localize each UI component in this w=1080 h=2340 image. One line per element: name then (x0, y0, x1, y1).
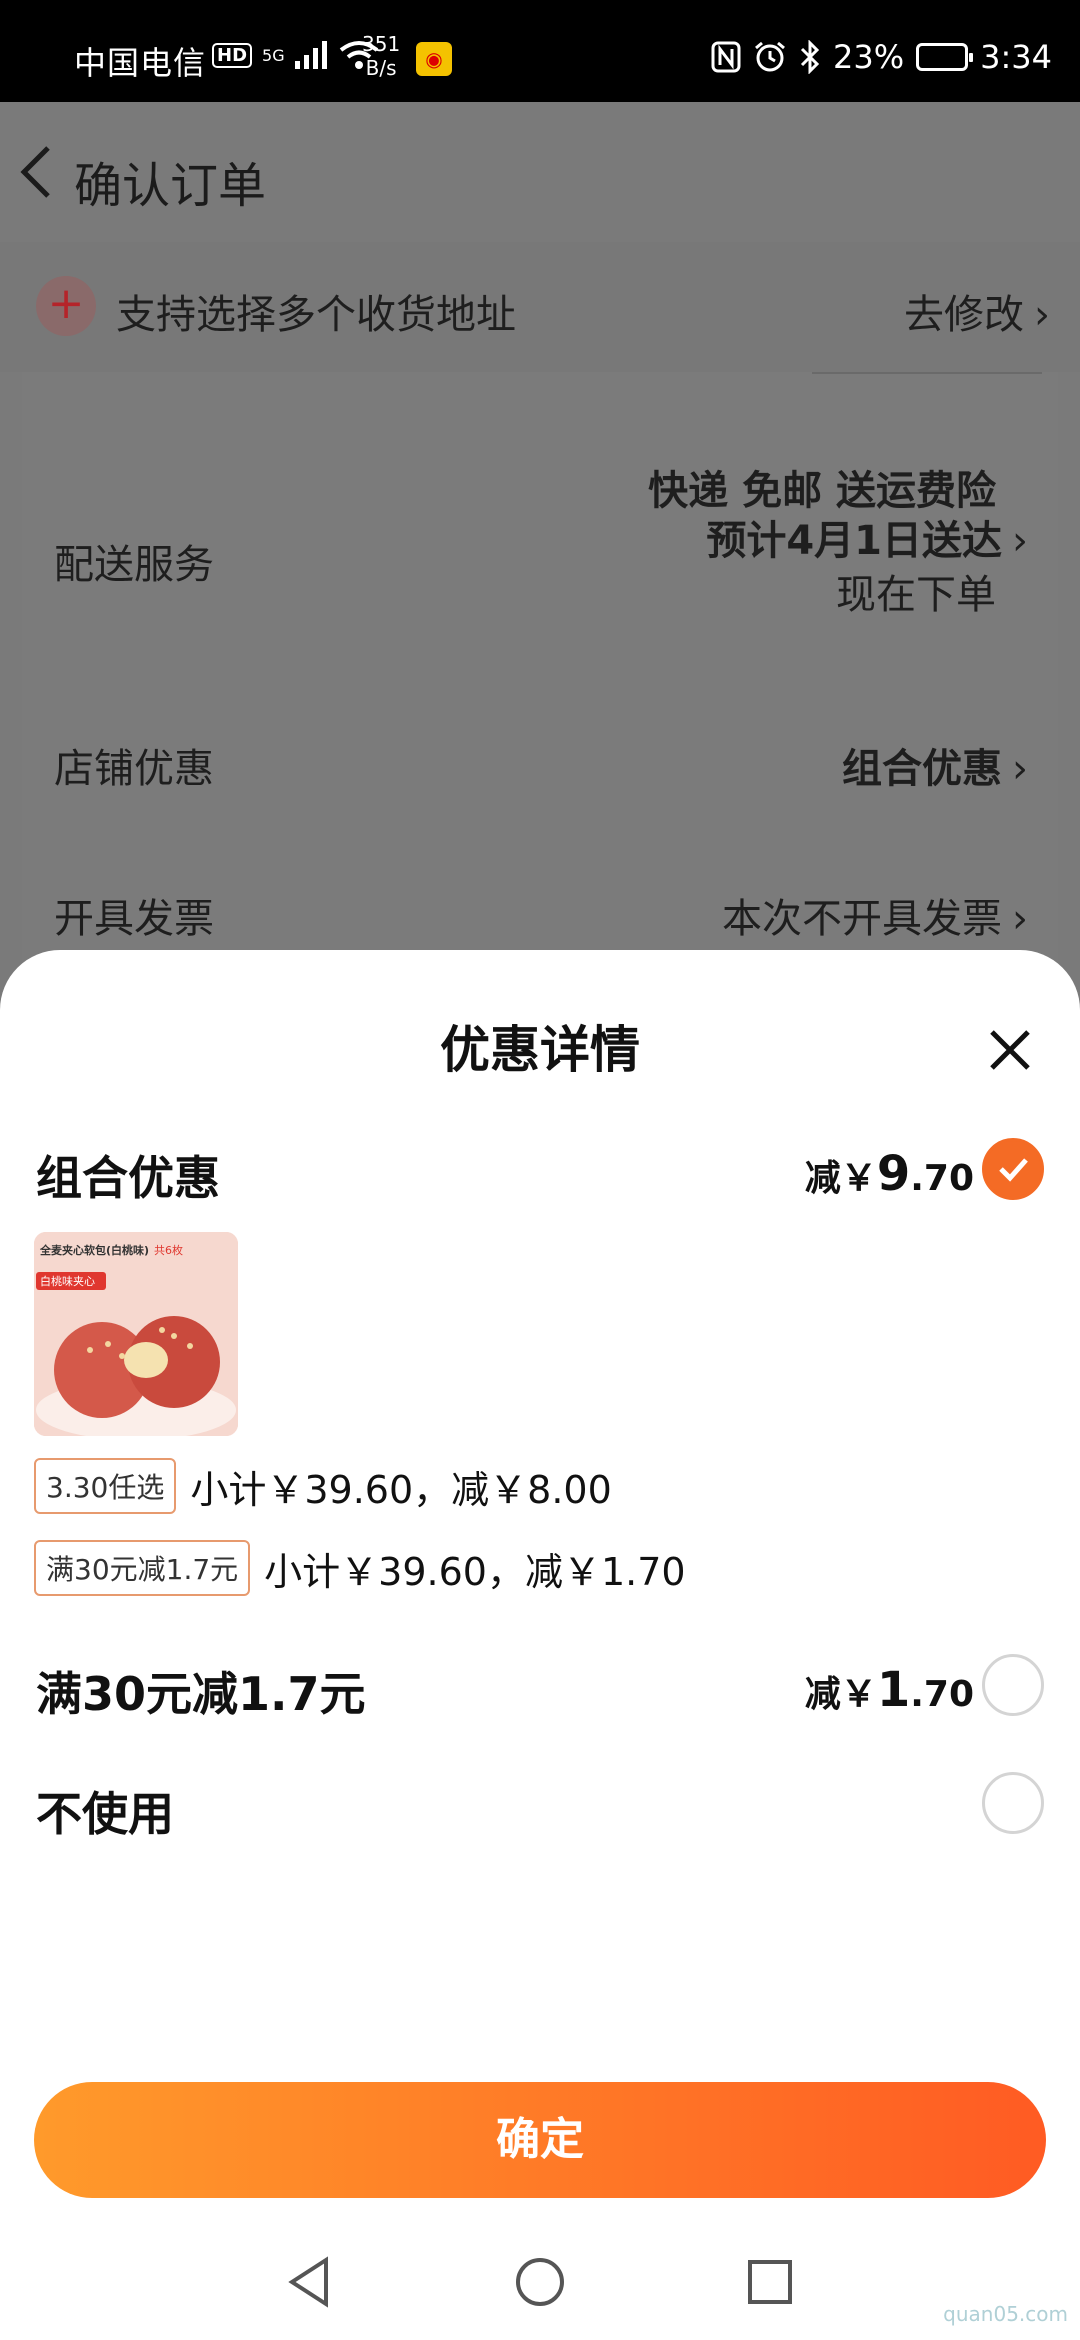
product-image-badge: 白桃味夹心 (40, 1274, 95, 1288)
back-arrow-icon[interactable] (14, 142, 58, 202)
nav-recents-icon[interactable] (740, 2252, 800, 2312)
nav-home-icon[interactable] (510, 2252, 570, 2312)
nfc-icon (711, 41, 741, 73)
system-nav-bar: quan05.com (0, 2222, 1080, 2340)
discount-details-sheet: 优惠详情 组合优惠 减￥9.70 全麦夹心软包(白桃味) 共6枚 白桃味夹心 3… (0, 950, 1080, 2340)
address-label: 支持选择多个收货地址 (116, 292, 516, 338)
chevron-right-icon: › (1034, 292, 1050, 338)
close-icon[interactable] (988, 1028, 1032, 1072)
option-none-title: 不使用 (36, 1787, 174, 1841)
battery-icon (916, 43, 974, 71)
nav-back-icon[interactable] (280, 2252, 340, 2312)
page-title: 确认订单 (74, 158, 267, 214)
page-header: 确认订单 (0, 102, 1080, 242)
amount-prefix: 减￥ (804, 1674, 877, 1715)
product-image: 全麦夹心软包(白桃味) 共6枚 白桃味夹心 (34, 1232, 238, 1436)
invoice-text: 本次不开具发票 (722, 896, 1002, 942)
carrier-label: 中国电信 (74, 44, 207, 82)
delivery-eta-text: 预计4月1日送达 (706, 518, 1002, 564)
promo-tag: 满30元减1.7元 (34, 1540, 251, 1596)
shop-discount-text: 组合优惠 (842, 746, 1002, 792)
check-icon (999, 1158, 1028, 1182)
delivery-line3: 现在下单 (836, 562, 996, 620)
chevron-right-icon: › (1012, 518, 1028, 564)
signal-icon (294, 41, 327, 69)
product-image-count: 共6枚 (154, 1243, 183, 1257)
shop-discount-label: 店铺优惠 (54, 746, 214, 792)
option-combo-radio[interactable] (982, 1138, 1044, 1200)
promo-tag: 3.30任选 (34, 1458, 177, 1514)
net-speed-unit: B/s (365, 56, 397, 80)
product-image-heading: 全麦夹心软包(白桃味) (39, 1243, 149, 1257)
amount-prefix: 减￥ (804, 1158, 877, 1199)
clock: 3:34 (980, 38, 1052, 76)
amount-integer: 1 (876, 1662, 911, 1718)
option-combo-amount: 减￥9.70 (805, 1146, 974, 1202)
detail-text: 小计￥39.60，减￥8.00 (190, 1467, 612, 1512)
option-full-reduction-amount: 减￥1.70 (805, 1662, 974, 1718)
watermark: quan05.com (943, 2302, 1068, 2326)
sheet-title: 优惠详情 (440, 1021, 640, 1079)
plus-icon: + (36, 276, 96, 336)
bluetooth-icon (800, 40, 820, 74)
delivery-label: 配送服务 (54, 542, 214, 588)
chevron-right-icon: › (1012, 896, 1028, 942)
edit-address-label: 去修改 (904, 292, 1024, 338)
alarm-icon (755, 41, 785, 72)
net-speed: 351 B/s (362, 32, 400, 80)
invoice-value[interactable]: 本次不开具发票 › (722, 886, 1028, 944)
battery-percent: 23% (833, 38, 905, 76)
confirm-button[interactable]: 确定 (34, 2082, 1046, 2198)
option-combo-title: 组合优惠 (36, 1151, 220, 1205)
edit-address-link[interactable]: 去修改 › (904, 282, 1050, 340)
hd-icon: HD (212, 42, 253, 68)
detail-text: 小计￥39.60，减￥1.70 (264, 1549, 686, 1594)
amount-decimal: .70 (910, 1158, 974, 1199)
status-right: 23% 3:34 (711, 38, 1052, 76)
delivery-line3-text: 现在下单 (836, 572, 996, 618)
amount-decimal: .70 (910, 1674, 974, 1715)
option-full-reduction-radio[interactable] (982, 1654, 1044, 1716)
divider (812, 372, 1042, 374)
status-bar: 中国电信 HD 5G 351 B/s ◉ 23% 3:34 (0, 0, 1080, 102)
network-indicators: HD 5G (212, 40, 379, 70)
network-type: 5G (262, 45, 285, 65)
invoice-label: 开具发票 (54, 896, 214, 942)
option-none-radio[interactable] (982, 1772, 1044, 1834)
detail-row: 满30元减1.7元 小计￥39.60，减￥1.70 (34, 1540, 686, 1596)
chevron-right-icon: › (1012, 746, 1028, 792)
weibo-icon: ◉ (416, 42, 452, 76)
net-speed-value: 351 (362, 32, 401, 56)
amount-integer: 9 (876, 1146, 911, 1202)
shop-discount-value[interactable]: 组合优惠 › (842, 736, 1028, 794)
address-bar[interactable]: + 支持选择多个收货地址 去修改 › (0, 242, 1080, 372)
product-photo: 全麦夹心软包(白桃味) 共6枚 白桃味夹心 (34, 1232, 238, 1436)
delivery-eta[interactable]: 预计4月1日送达 › (706, 508, 1028, 566)
option-full-reduction-title: 满30元减1.7元 (36, 1667, 366, 1721)
detail-row: 3.30任选 小计￥39.60，减￥8.00 (34, 1458, 612, 1514)
